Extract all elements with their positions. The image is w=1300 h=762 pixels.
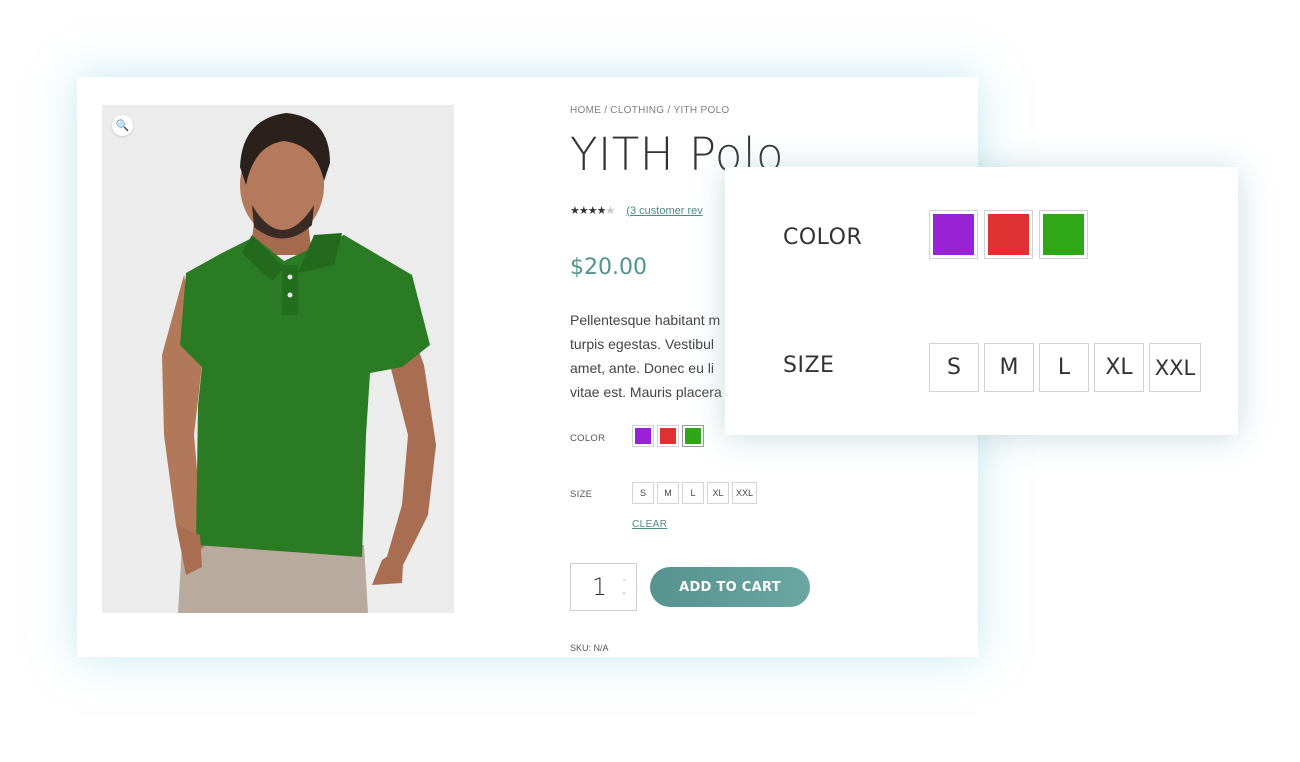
product-price: $20.00 <box>570 255 647 280</box>
swatch-fill <box>635 428 651 444</box>
popup-size-label: SIZE <box>783 353 835 378</box>
color-swatches <box>632 425 704 447</box>
popup-size-m[interactable]: M <box>984 343 1034 392</box>
popup-swatch-red[interactable] <box>984 210 1033 259</box>
quantity-value[interactable]: 1 <box>571 573 616 601</box>
popup-size-options: S M L XL XXL <box>929 343 1201 392</box>
swatch-fill <box>988 214 1029 255</box>
size-option-l[interactable]: L <box>682 482 704 504</box>
breadcrumb-home[interactable]: HOME <box>570 105 601 116</box>
color-label: COLOR <box>570 433 606 444</box>
swatch-fill <box>1043 214 1084 255</box>
breadcrumb-current: YITH POLO <box>673 105 730 116</box>
popup-swatch-purple[interactable] <box>929 210 978 259</box>
model-photo <box>102 105 454 613</box>
popup-color-swatches <box>929 210 1088 259</box>
add-to-cart-button[interactable]: ADD TO CART <box>650 567 810 607</box>
breadcrumb-separator: / <box>667 105 671 116</box>
quantity-arrows: ⌃ ⌄ <box>616 577 632 597</box>
size-label: SIZE <box>570 489 593 500</box>
chevron-up-icon[interactable]: ⌃ <box>621 577 627 587</box>
color-swatch-green[interactable] <box>682 425 704 447</box>
color-swatch-purple[interactable] <box>632 425 654 447</box>
breadcrumb-separator: / <box>604 105 608 116</box>
size-option-xxl[interactable]: XXL <box>732 482 758 504</box>
breadcrumb-clothing[interactable]: CLOTHING <box>610 105 664 116</box>
swatch-fill <box>933 214 974 255</box>
product-sku: SKU: N/A <box>570 643 609 653</box>
chevron-down-icon[interactable]: ⌄ <box>621 587 627 597</box>
variation-zoom-panel: COLOR SIZE S M L XL XXL <box>725 167 1238 435</box>
popup-size-l[interactable]: L <box>1039 343 1089 392</box>
customer-reviews-link[interactable]: (3 customer rev <box>626 205 702 217</box>
popup-swatch-green[interactable] <box>1039 210 1088 259</box>
product-image[interactable]: 🔍 <box>102 105 454 613</box>
popup-color-label: COLOR <box>783 225 863 250</box>
breadcrumb: HOME / CLOTHING / YITH POLO <box>570 105 970 116</box>
clear-selection-link[interactable]: CLEAR <box>632 519 667 530</box>
size-option-s[interactable]: S <box>632 482 654 504</box>
star-half-icon: ★ <box>605 204 615 217</box>
quantity-stepper[interactable]: 1 ⌃ ⌄ <box>570 563 637 611</box>
zoom-icon[interactable]: 🔍 <box>112 115 133 136</box>
stars-filled: ★★★★ <box>570 204 606 217</box>
swatch-fill <box>685 428 701 444</box>
rating-stars: ★★★★★ <box>570 204 615 217</box>
popup-size-xxl[interactable]: XXL <box>1149 343 1201 392</box>
size-options: S M L XL XXL <box>632 482 758 504</box>
popup-size-xl[interactable]: XL <box>1094 343 1144 392</box>
color-swatch-red[interactable] <box>657 425 679 447</box>
size-option-xl[interactable]: XL <box>707 482 729 504</box>
swatch-fill <box>660 428 676 444</box>
popup-size-s[interactable]: S <box>929 343 979 392</box>
size-option-m[interactable]: M <box>657 482 679 504</box>
product-rating: ★★★★★ (3 customer rev <box>570 204 703 217</box>
